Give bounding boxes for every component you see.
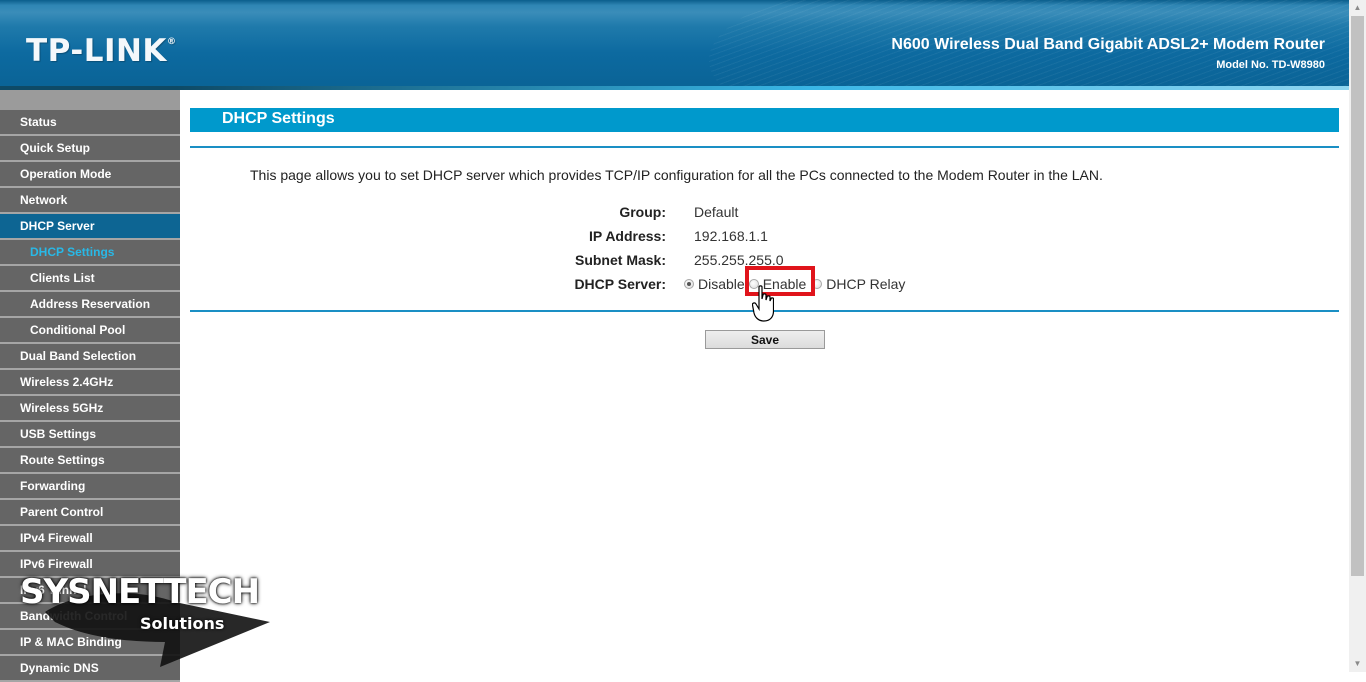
page-title: DHCP Settings: [190, 108, 1339, 132]
scroll-thumb[interactable]: [1351, 16, 1364, 576]
menu-item-dhcp-server[interactable]: DHCP Server: [0, 214, 180, 240]
scroll-down-arrow-icon[interactable]: ▼: [1349, 656, 1366, 672]
tp-link-logo: TP-LINK®: [26, 33, 177, 69]
hand-pointer-cursor-icon: [752, 285, 774, 322]
submenu-item-address-reservation[interactable]: Address Reservation: [0, 292, 180, 318]
sidebar-top-bar: [0, 90, 180, 110]
group-row: Group: Default: [190, 204, 1339, 224]
model-number: Model No. TD-W8980: [1216, 59, 1325, 71]
group-value: Default: [694, 204, 739, 220]
menu-item-parent-control[interactable]: Parent Control: [0, 500, 180, 526]
menu-item-dynamic-dns[interactable]: Dynamic DNS: [0, 656, 180, 682]
menu-item-quick-setup[interactable]: Quick Setup: [0, 136, 180, 162]
ip-address-label: IP Address:: [588, 228, 666, 244]
menu-item-route-settings[interactable]: Route Settings: [0, 448, 180, 474]
subnet-mask-label: Subnet Mask:: [574, 252, 666, 268]
header-banner: TP-LINK® N600 Wireless Dual Band Gigabit…: [0, 0, 1349, 88]
product-title: N600 Wireless Dual Band Gigabit ADSL2+ M…: [891, 36, 1325, 53]
group-label: Group:: [619, 204, 666, 220]
menu-item-forwarding[interactable]: Forwarding: [0, 474, 180, 500]
menu-item-operation-mode[interactable]: Operation Mode: [0, 162, 180, 188]
menu-item-status[interactable]: Status: [0, 110, 180, 136]
menu-item-ip-mac-binding[interactable]: IP & MAC Binding: [0, 630, 180, 656]
menu-item-ipv4-firewall[interactable]: IPv4 Firewall: [0, 526, 180, 552]
dhcp-server-label: DHCP Server:: [574, 276, 666, 292]
menu-item-dual-band-selection[interactable]: Dual Band Selection: [0, 344, 180, 370]
ip-address-row: IP Address: 192.168.1.1: [190, 228, 1339, 248]
vertical-scrollbar[interactable]: ▲ ▼: [1349, 0, 1366, 672]
scroll-up-arrow-icon[interactable]: ▲: [1349, 0, 1366, 16]
header-divider: [0, 86, 1349, 90]
menu-item-wireless-2-4ghz[interactable]: Wireless 2.4GHz: [0, 370, 180, 396]
menu-item-network[interactable]: Network: [0, 188, 180, 214]
menu-item-ipv6-firewall[interactable]: IPv6 Firewall: [0, 552, 180, 578]
submenu-item-conditional-pool[interactable]: Conditional Pool: [0, 318, 180, 344]
save-button[interactable]: Save: [705, 330, 825, 349]
submenu-item-clients-list[interactable]: Clients List: [0, 266, 180, 292]
sidebar-menu: Status Quick Setup Operation Mode Networ…: [0, 90, 180, 682]
menu-item-ipv6-tunnel[interactable]: IPv6 Tunnel: [0, 578, 180, 604]
top-divider: [190, 146, 1339, 148]
radio-disable-label[interactable]: Disable: [698, 276, 745, 292]
menu-item-bandwidth-control[interactable]: Bandwidth Control: [0, 604, 180, 630]
menu-item-wireless-5ghz[interactable]: Wireless 5GHz: [0, 396, 180, 422]
ip-address-value: 192.168.1.1: [694, 228, 768, 244]
radio-disable[interactable]: [684, 279, 694, 289]
menu-item-usb-settings[interactable]: USB Settings: [0, 422, 180, 448]
page-description: This page allows you to set DHCP server …: [250, 167, 1103, 183]
main-content: DHCP Settings This page allows you to se…: [190, 108, 1339, 349]
submenu-item-dhcp-settings[interactable]: DHCP Settings: [0, 240, 180, 266]
radio-dhcp-relay-label[interactable]: DHCP Relay: [826, 276, 905, 292]
